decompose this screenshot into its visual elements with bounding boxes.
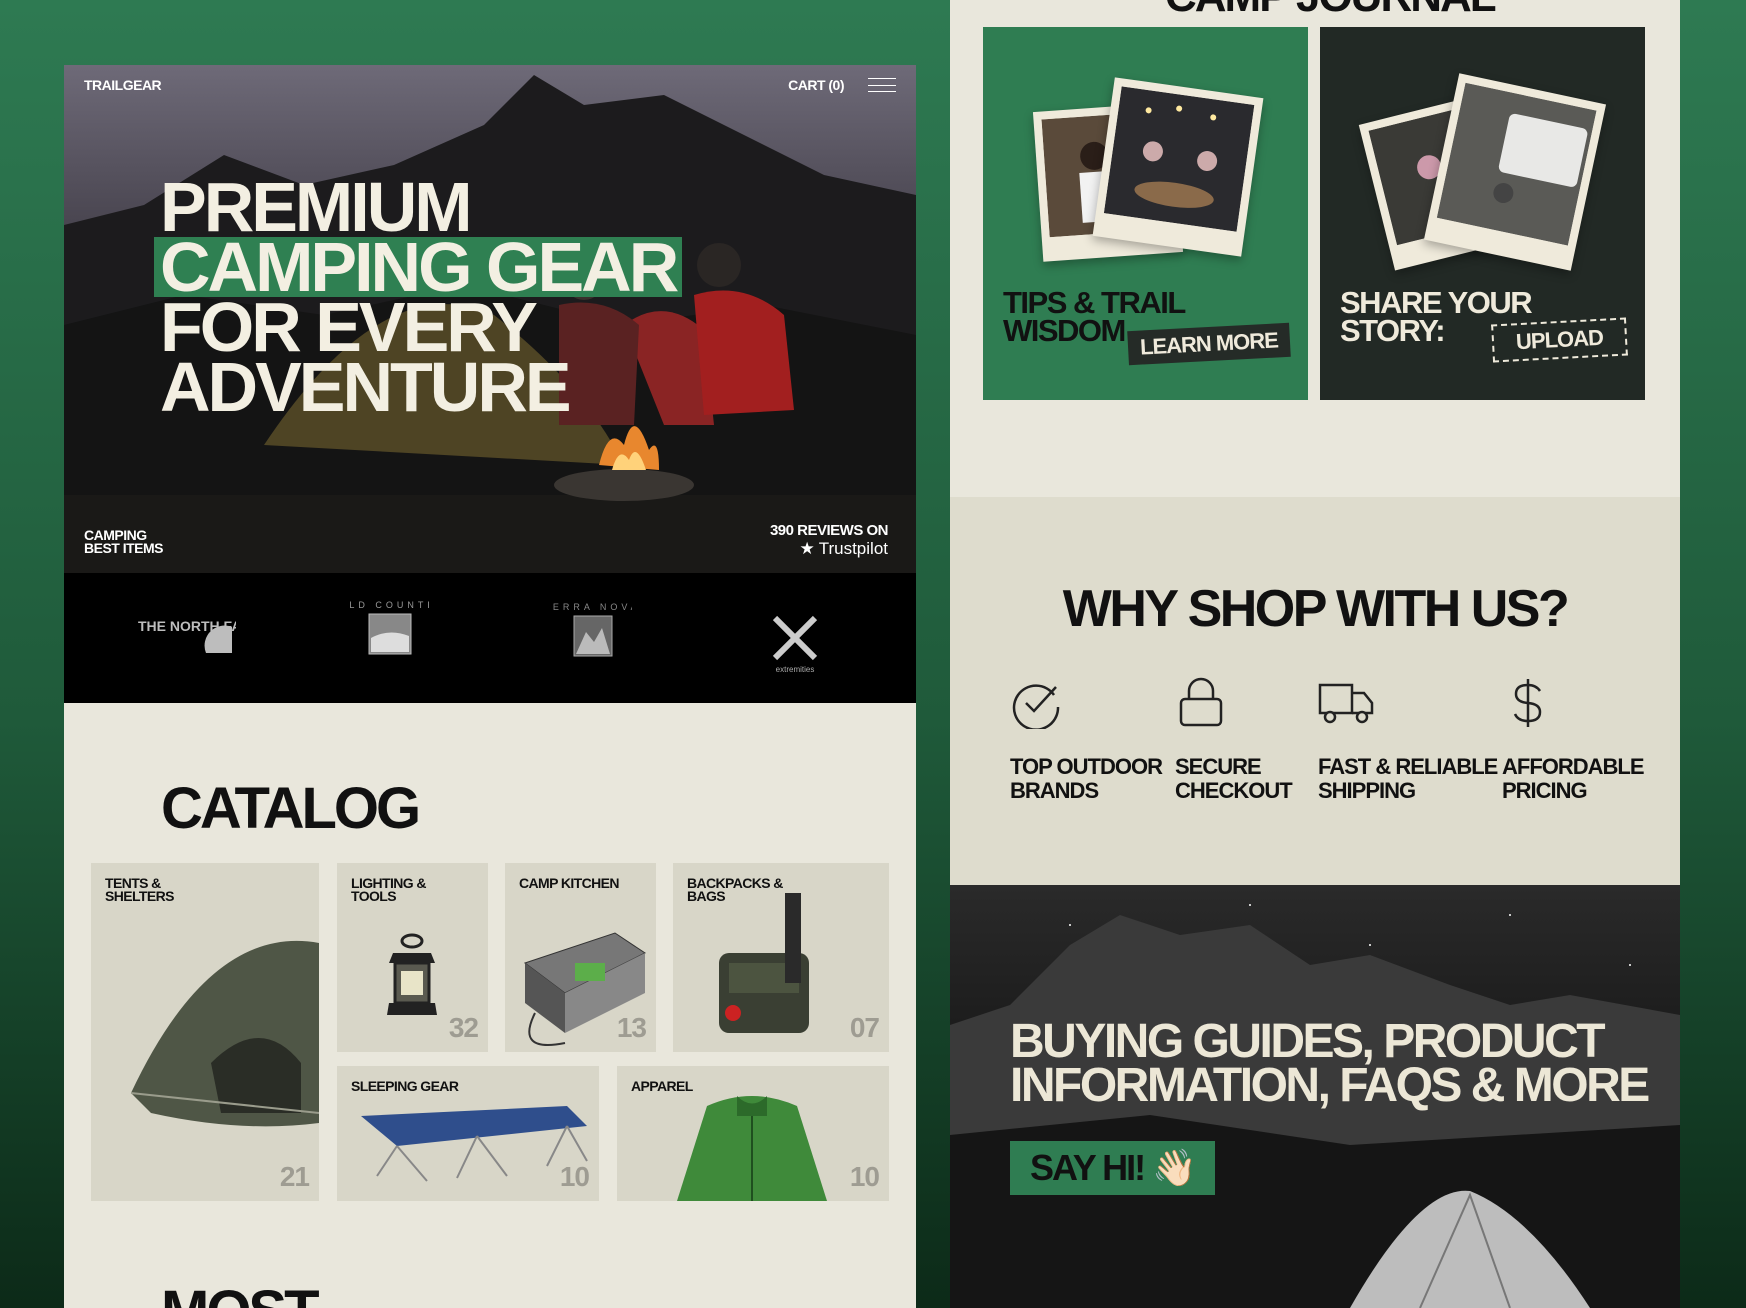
catalog-count: 10 (849, 1161, 880, 1192)
catalog-card-backpacks[interactable]: BACKPACKS & BAGS 07 (673, 863, 889, 1052)
guides-headline: BUYING GUIDES, PRODUCT INFORMATION, FAQS… (1010, 1015, 1650, 1112)
trustpilot-label: Trustpilot (818, 539, 888, 558)
terra-nova-logo[interactable]: TERRA NOVA (532, 598, 652, 678)
lock-icon (1179, 677, 1223, 727)
feature-pricing: AFFORDABLE PRICING (1502, 677, 1645, 803)
wild-country-logo[interactable]: WILD COUNTRY (329, 598, 449, 678)
polaroid-photo (1092, 77, 1264, 257)
catalog-card-apparel[interactable]: APPAREL 10 (617, 1066, 889, 1201)
catalog-count: 21 (279, 1161, 310, 1192)
learn-more-button[interactable]: LEARN MORE (1127, 322, 1291, 366)
feature-shipping: FAST & RELIABLE SHIPPING (1318, 677, 1498, 803)
catalog-count: 10 (559, 1161, 590, 1192)
feature-checkout: SECURE CHECKOUT (1175, 677, 1293, 803)
brand-strip: THE NORTH FACE WILD COUNTRY TERRA NOVA e… (64, 573, 916, 703)
brand-name-terra-nova: TERRA NOVA (552, 602, 632, 612)
feature-label-line-1: TOP OUTDOOR (1010, 754, 1163, 779)
why-heading: WHY SHOP WITH US? (1062, 580, 1570, 638)
feature-brands: TOP OUTDOOR BRANDS (1010, 677, 1163, 803)
feature-label-line-2: BRANDS (1010, 778, 1099, 803)
cart-link[interactable]: CART (0) (788, 77, 844, 93)
trustpilot-star-icon: ★ (799, 539, 815, 558)
guides-line-1: BUYING GUIDES, PRODUCT (1010, 1015, 1606, 1068)
catalog-count: 07 (849, 1012, 880, 1043)
reviews-count: 390 REVIEWS ON (769, 522, 889, 539)
trustpilot-badge[interactable]: 390 REVIEWS ON ★ Trustpilot (769, 522, 889, 559)
most-heading: MOST (161, 1278, 320, 1308)
buying-guides-section: BUYING GUIDES, PRODUCT INFORMATION, FAQS… (950, 885, 1680, 1308)
hero-tagline: CAMPING BEST ITEMS (84, 528, 164, 556)
extremities-logo[interactable]: extremities (735, 598, 855, 678)
say-hi-button[interactable]: SAY HI! 👋🏻 (1010, 1141, 1215, 1195)
catalog-card-lighting[interactable]: LIGHTING & TOOLS 32 (337, 863, 488, 1052)
check-circle-icon (1012, 684, 1060, 729)
feature-label-line-2: SHIPPING (1318, 778, 1416, 803)
journal-card-share: SHARE YOUR STORY: UPLOAD (1320, 27, 1645, 400)
catalog-heading: CATALOG (161, 776, 421, 841)
tent-image (130, 940, 319, 1127)
dollar-icon (1513, 679, 1542, 727)
catalog-card-sleeping[interactable]: SLEEPING GEAR 10 (337, 1066, 599, 1201)
feature-label-line-2: CHECKOUT (1175, 778, 1293, 803)
catalog-card-tents[interactable]: TENTS & SHELTERS 21 (91, 863, 319, 1201)
truck-icon (1318, 683, 1374, 724)
feature-label-line-1: SECURE (1175, 754, 1262, 779)
north-face-logo[interactable]: THE NORTH FACE (126, 598, 246, 678)
catalog-count: 32 (448, 1012, 479, 1043)
guides-line-2: INFORMATION, FAQS & MORE (1010, 1059, 1650, 1112)
tagline-line-2: BEST ITEMS (84, 540, 164, 556)
feature-label-line-1: FAST & RELIABLE (1318, 754, 1498, 779)
main-page: TRAILGEAR CART (0) PREMIUM CAMPING GEAR … (64, 65, 916, 1308)
feature-label-line-2: PRICING (1502, 778, 1588, 803)
hero-section: TRAILGEAR CART (0) PREMIUM CAMPING GEAR … (64, 65, 916, 573)
catalog-card-kitchen[interactable]: CAMP KITCHEN 13 (505, 863, 656, 1052)
feature-label-line-1: AFFORDABLE (1502, 754, 1645, 779)
why-shop-section: WHY SHOP WITH US? TOP OUTDOOR BRANDS SECU… (950, 497, 1680, 885)
catalog-count: 13 (616, 1012, 647, 1043)
hero-headline: PREMIUM CAMPING GEAR FOR EVERY ADVENTURE (154, 172, 683, 426)
site-logo[interactable]: TRAILGEAR (84, 77, 162, 93)
upload-button[interactable]: UPLOAD (1491, 317, 1628, 363)
headline-line-4: ADVENTURE (160, 348, 572, 426)
hamburger-menu-icon[interactable] (868, 78, 896, 92)
journal-card-tips: TIPS & TRAIL WISDOM LEARN MORE (983, 27, 1308, 400)
camp-journal-section: CAMP JOURNAL TIPS & TRAIL WISDOM LEARN M… (950, 0, 1680, 497)
brand-name-wild-country: WILD COUNTRY (349, 600, 429, 610)
brand-name-extremities: extremities (775, 665, 814, 674)
journal-heading: CAMP JOURNAL (1165, 0, 1497, 22)
jacket-image (677, 1096, 827, 1201)
